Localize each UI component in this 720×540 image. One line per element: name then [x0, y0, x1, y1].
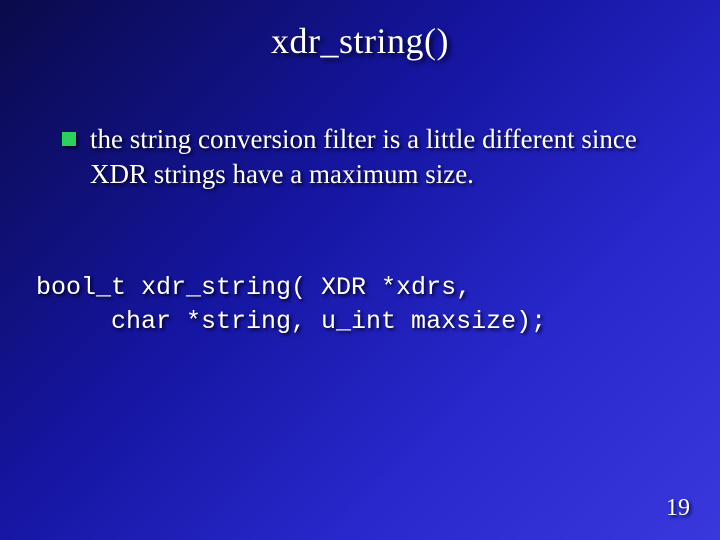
code-line-2: char *string, u_int maxsize); [36, 307, 546, 336]
code-line-1: bool_t xdr_string( XDR *xdrs, [36, 273, 471, 302]
slide-title: xdr_string() [50, 20, 670, 62]
code-block: bool_t xdr_string( XDR *xdrs, char *stri… [36, 271, 670, 339]
page-number: 19 [666, 495, 690, 522]
bullet-item: the string conversion filter is a little… [62, 122, 670, 191]
slide: xdr_string() the string conversion filte… [0, 0, 720, 540]
square-bullet-icon [62, 132, 76, 146]
bullet-text: the string conversion filter is a little… [90, 122, 670, 191]
